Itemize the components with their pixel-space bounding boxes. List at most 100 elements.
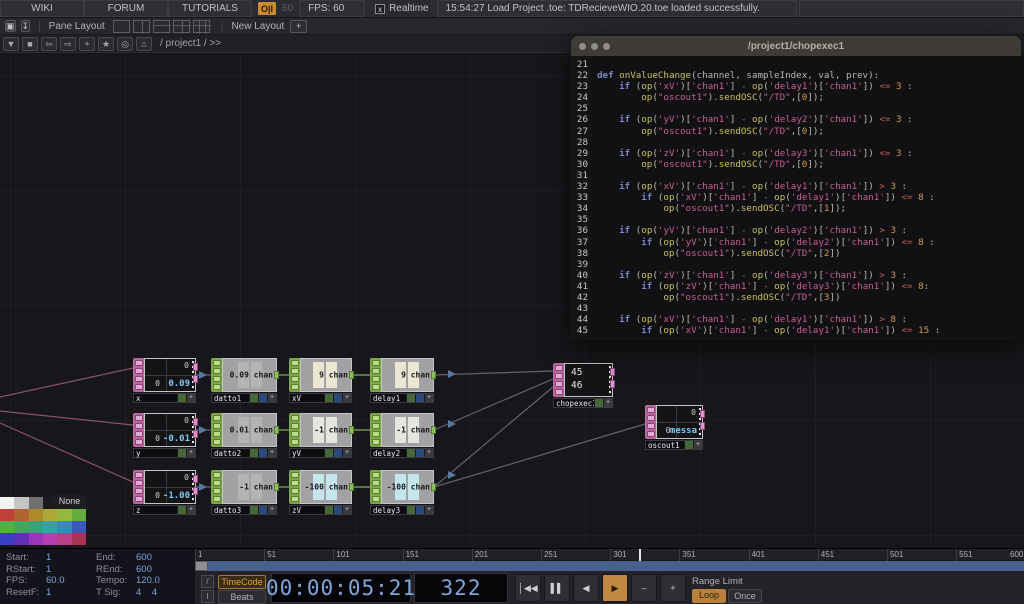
bypass-flag[interactable]	[415, 449, 424, 457]
output-connector[interactable]	[274, 371, 279, 379]
frame-back-button[interactable]: –	[631, 574, 657, 602]
node-nameplate[interactable]: datto3+	[211, 505, 277, 515]
input-connectors[interactable]	[370, 470, 381, 504]
save-icon[interactable]: ↧	[21, 20, 31, 32]
viewer-flag[interactable]	[324, 394, 333, 402]
timeline-field-value[interactable]: 4 4	[136, 587, 157, 599]
palette-swatch[interactable]	[43, 521, 57, 533]
code-editor-window[interactable]: /project1/chopexec1 21222324252627282930…	[570, 35, 1022, 340]
output-connector[interactable]	[431, 371, 436, 379]
output-connector[interactable]	[431, 426, 436, 434]
palette-swatch[interactable]	[0, 533, 14, 545]
palette-swatch[interactable]	[0, 497, 14, 509]
node-delay2[interactable]: -1 chan delay2+	[370, 413, 434, 458]
node-nameplate[interactable]: x+	[133, 393, 196, 403]
viewer-flag[interactable]	[177, 449, 186, 457]
timeline-field-value[interactable]: 120.0	[136, 575, 160, 587]
palette-swatch[interactable]	[57, 533, 71, 545]
bypass-flag[interactable]	[415, 506, 424, 514]
output-connector[interactable]	[274, 483, 279, 491]
jump-to-start-button[interactable]: │◀◀	[515, 574, 541, 602]
output-connector[interactable]	[193, 375, 198, 383]
viewer-flag[interactable]	[249, 449, 258, 457]
play-forward-button[interactable]: ▶	[602, 574, 628, 602]
palette-swatch[interactable]	[14, 497, 28, 509]
stop-button[interactable]: ■	[22, 37, 38, 51]
node-datto3[interactable]: -1 chan datto3+	[211, 470, 277, 515]
timeline-field-value[interactable]: 1	[46, 587, 51, 599]
palette-swatch[interactable]	[29, 509, 43, 521]
output-connector[interactable]	[349, 483, 354, 491]
python-code[interactable]: def onValueChange(channel, sampleIndex, …	[591, 56, 1021, 340]
bypass-flag[interactable]	[415, 394, 424, 402]
timeline-field-value[interactable]: 1	[46, 564, 51, 576]
home-button[interactable]: ⌂	[136, 37, 152, 51]
output-connector[interactable]	[700, 422, 705, 430]
node-z[interactable]: 0 0 -1.00 z+	[133, 470, 196, 515]
output-connector[interactable]	[193, 487, 198, 495]
input-connectors[interactable]	[289, 413, 300, 447]
range-ibeam-button[interactable]: I	[201, 590, 214, 603]
add-button[interactable]: +	[79, 37, 95, 51]
add-flag[interactable]: +	[267, 394, 276, 402]
input-connectors[interactable]	[289, 470, 300, 504]
pause-button[interactable]: ▌▌	[544, 574, 570, 602]
bypass-flag[interactable]	[258, 394, 267, 402]
add-flag[interactable]: +	[693, 441, 702, 449]
menu-tutorials[interactable]: TUTORIALS	[168, 0, 252, 17]
node-nameplate[interactable]: delay2+	[370, 448, 434, 458]
node-zV[interactable]: -100 chan zV+	[289, 470, 352, 515]
menu-forum[interactable]: FORUM	[84, 0, 168, 17]
node-yV[interactable]: -1 chan yV+	[289, 413, 352, 458]
pane-layout-split-h-button[interactable]	[153, 20, 170, 33]
palette-swatch[interactable]	[0, 509, 14, 521]
output-connector[interactable]	[193, 430, 198, 438]
pane-layout-grid-button[interactable]	[193, 20, 210, 33]
pane-layout-quad-button[interactable]	[173, 20, 190, 33]
viewer-flag[interactable]	[406, 449, 415, 457]
add-flag[interactable]: +	[186, 449, 195, 457]
viewer-flag[interactable]	[177, 506, 186, 514]
bypass-flag[interactable]	[258, 449, 267, 457]
output-connector[interactable]	[431, 483, 436, 491]
pane-layout-single-button[interactable]	[113, 20, 130, 33]
breadcrumb[interactable]: / project1 / >>	[160, 38, 221, 49]
add-flag[interactable]: +	[267, 449, 276, 457]
viewer-flag[interactable]	[594, 399, 603, 407]
bypass-flag[interactable]	[333, 394, 342, 402]
range-start-handle[interactable]	[195, 561, 208, 571]
code-editor-body[interactable]: 2122232425262728293031323334353637383940…	[571, 56, 1021, 340]
beats-mode-button[interactable]: Beats	[218, 590, 266, 604]
node-nameplate[interactable]: zV+	[289, 505, 352, 515]
palette-swatch[interactable]	[72, 509, 86, 521]
add-flag[interactable]: +	[186, 394, 195, 402]
palette-swatch[interactable]	[57, 521, 71, 533]
node-nameplate[interactable]: yV+	[289, 448, 352, 458]
node-nameplate[interactable]: y+	[133, 448, 196, 458]
pane-menu-button[interactable]: ▼	[3, 37, 19, 51]
input-connectors[interactable]	[211, 358, 222, 392]
palette-swatch[interactable]	[57, 509, 71, 521]
forward-arrow-button[interactable]: ⇨	[60, 37, 76, 51]
node-nameplate[interactable]: oscout1+	[645, 440, 703, 450]
palette-swatch[interactable]	[72, 521, 86, 533]
output-connector[interactable]	[193, 363, 198, 371]
timeline-field-value[interactable]: 600	[136, 552, 152, 564]
viewer-flag[interactable]	[249, 394, 258, 402]
viewer-flag[interactable]	[406, 506, 415, 514]
node-nameplate[interactable]: datto1+	[211, 393, 277, 403]
pane-layout-split-v-button[interactable]	[133, 20, 150, 33]
viewer-flag[interactable]	[684, 441, 693, 449]
palette-swatch[interactable]	[43, 533, 57, 545]
node-delay1[interactable]: 9 chan delay1+	[370, 358, 434, 403]
palette-swatch[interactable]	[29, 533, 43, 545]
frame-forward-button[interactable]: +	[660, 574, 686, 602]
timeline-range-bar[interactable]	[195, 561, 1024, 571]
palette-swatch[interactable]	[72, 533, 86, 545]
timeline-field-value[interactable]: 600	[136, 564, 152, 576]
once-button[interactable]: Once	[728, 589, 762, 603]
input-connectors[interactable]	[133, 413, 144, 447]
input-connectors[interactable]	[289, 358, 300, 392]
node-delay3[interactable]: -100 chan delay3+	[370, 470, 434, 515]
palette-swatch[interactable]	[29, 497, 43, 509]
